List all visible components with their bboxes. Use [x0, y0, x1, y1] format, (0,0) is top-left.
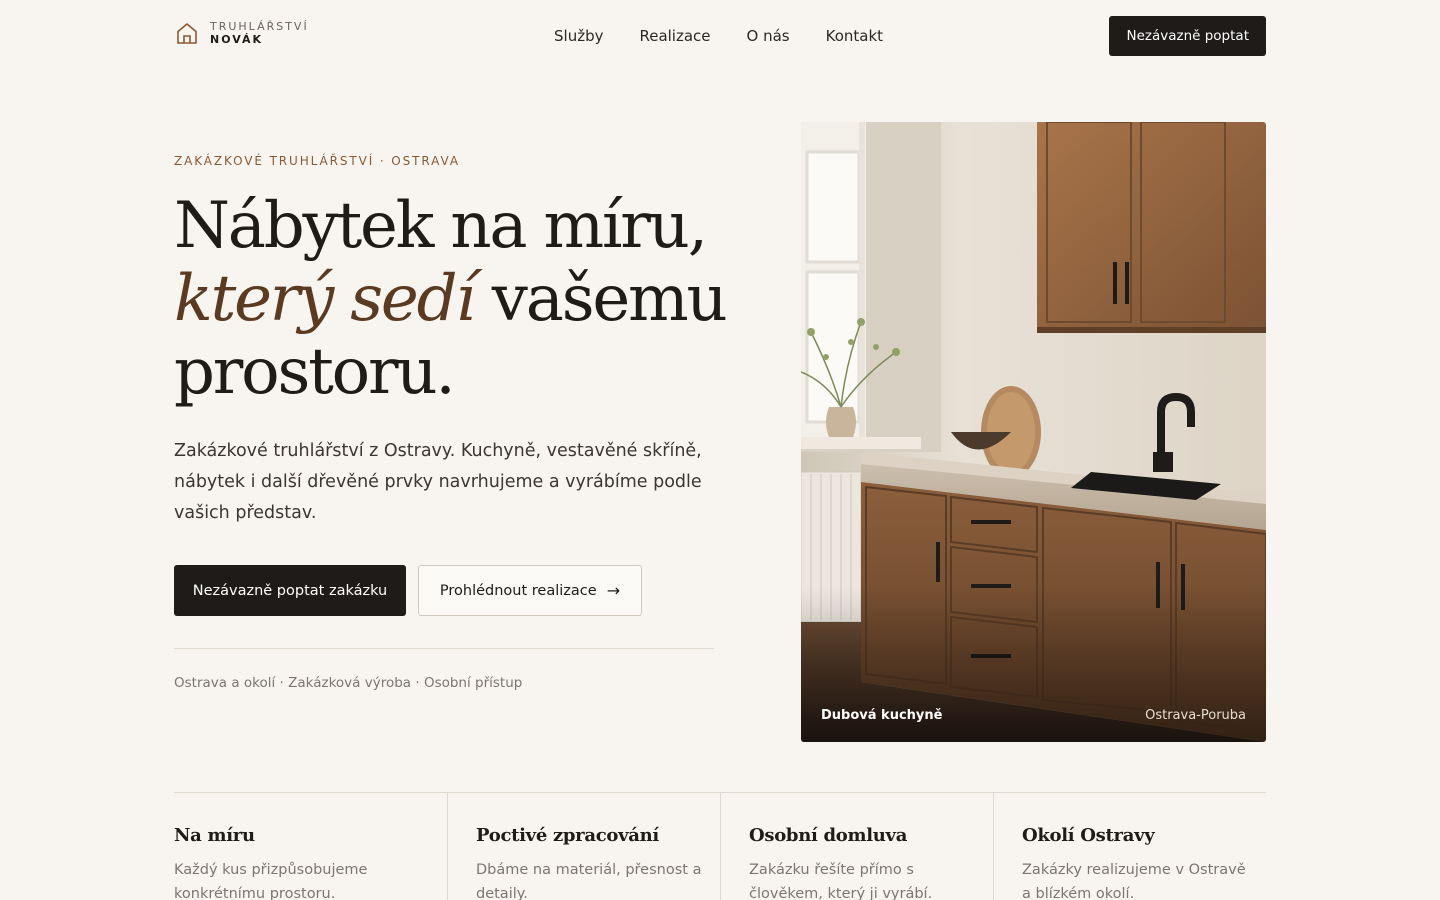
nav-item-sluzby[interactable]: Služby [554, 27, 603, 45]
house-icon [177, 23, 197, 44]
headline-line-3: prostoru. [174, 335, 456, 409]
arrow-right-icon: → [606, 581, 621, 600]
inquiry-button[interactable]: Nezávazně poptat zakázku [174, 565, 406, 616]
image-caption-location: Ostrava-Poruba [1145, 708, 1246, 723]
feature-title: Osobní domluva [749, 825, 908, 846]
view-projects-label: Prohlédnout realizace [439, 582, 597, 599]
hero-divider [174, 648, 714, 649]
hero-image: Dubová kuchyně Ostrava-Poruba [801, 122, 1266, 742]
feature-title: Na míru [174, 825, 255, 846]
view-projects-button[interactable]: Prohlédnout realizace → [418, 565, 642, 616]
hero-headline: Nábytek na míru, který sedí vašemu prost… [174, 190, 774, 409]
brand-logo[interactable]: TRUHLÁŘSTVÍ NOVÁK [174, 20, 309, 46]
feature-text: Zakázku řešíte přímo s člověkem, který j… [749, 862, 933, 900]
feature-card: Okolí Ostravy Zakázky realizujeme v Ostr… [993, 793, 1266, 900]
headline-accent: který sedí [174, 262, 476, 336]
site-header: TRUHLÁŘSTVÍ NOVÁK Služby Realizace O nás… [174, 16, 1266, 56]
hero-eyebrow: ZAKÁZKOVÉ TRUHLÁŘSTVÍ · OSTRAVA [174, 154, 460, 168]
feature-card: Poctivé zpracování Dbáme na materiál, př… [447, 793, 720, 900]
nav-item-o-nas[interactable]: O nás [747, 27, 790, 45]
feature-title: Poctivé zpracování [476, 825, 659, 846]
kitchen-photo [801, 122, 1266, 742]
feature-card: Na míru Každý kus přizpůsobujeme konkrét… [174, 793, 447, 900]
feature-title: Okolí Ostravy [1022, 825, 1155, 846]
brand-name-line2: NOVÁK [210, 33, 264, 46]
headline-line-1: Nábytek na míru, [174, 189, 708, 263]
main-nav: Služby Realizace O nás Kontakt [554, 16, 883, 56]
brand-name-line1: TRUHLÁŘSTVÍ [210, 20, 309, 33]
feature-text: Zakázky realizujeme v Ostravě a blízkém … [1022, 862, 1246, 900]
nav-item-kontakt[interactable]: Kontakt [826, 27, 883, 45]
nav-item-realizace[interactable]: Realizace [639, 27, 710, 45]
image-caption-title: Dubová kuchyně [821, 708, 943, 723]
feature-text: Každý kus přizpůsobujeme konkrétnímu pro… [174, 862, 368, 900]
hero-description: Zakázkové truhlářství z Ostravy. Kuchyně… [174, 441, 702, 523]
feature-text: Dbáme na materiál, přesnost a detaily. [476, 862, 702, 900]
headline-line-2: vašemu [473, 262, 728, 336]
features-row: Na míru Každý kus přizpůsobujeme konkrét… [174, 792, 1266, 900]
hero-meta: Ostrava a okolí · Zakázková výroba · Oso… [174, 675, 523, 691]
header-inquiry-button[interactable]: Nezávazně poptat [1109, 16, 1266, 56]
feature-card: Osobní domluva Zakázku řešíte přímo s čl… [720, 793, 993, 900]
